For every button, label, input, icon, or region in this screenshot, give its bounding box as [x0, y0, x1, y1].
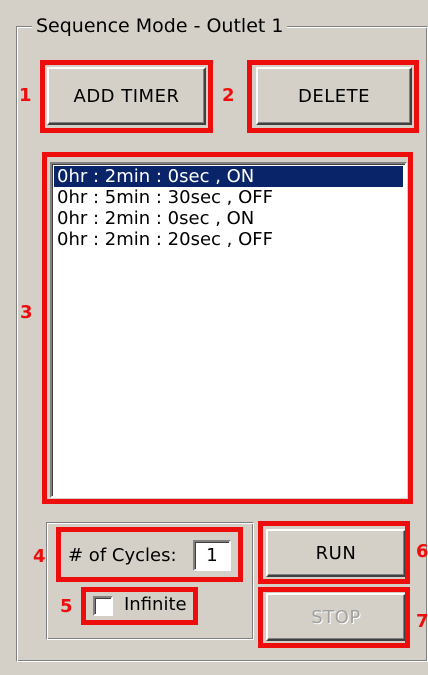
callout-box-7 [258, 587, 410, 648]
callout-box-1 [40, 60, 213, 133]
callout-number-2: 2 [222, 85, 235, 106]
callout-box-5 [81, 587, 198, 625]
callout-box-2 [247, 60, 419, 133]
callout-box-4 [56, 527, 243, 582]
callout-number-5: 5 [60, 596, 73, 617]
callout-box-6 [258, 521, 410, 584]
groupbox-title: Sequence Mode - Outlet 1 [32, 14, 288, 38]
callout-number-4: 4 [33, 546, 46, 567]
callout-number-3: 3 [20, 302, 33, 323]
callout-number-6: 6 [416, 541, 428, 562]
callout-number-7: 7 [416, 611, 428, 632]
callout-box-3 [42, 152, 413, 504]
callout-number-1: 1 [19, 85, 32, 106]
